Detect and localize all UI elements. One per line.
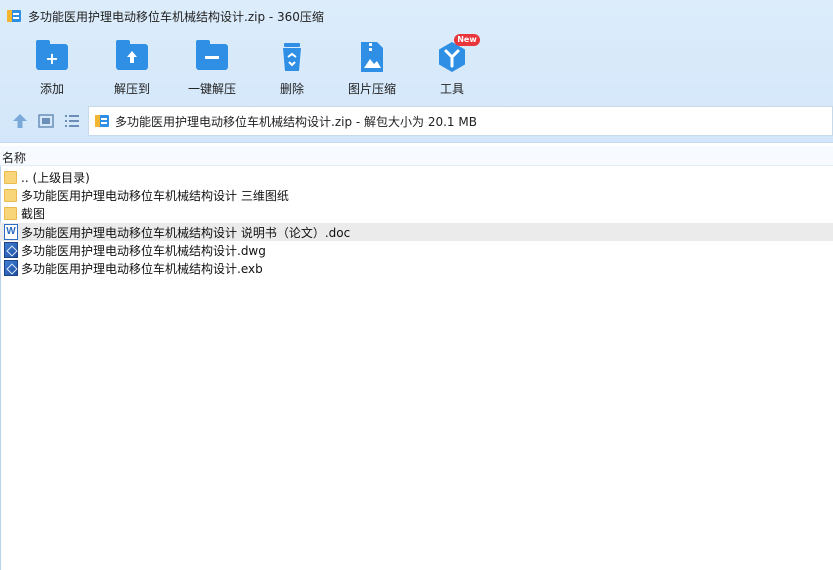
delete-button[interactable]: 删除 — [252, 36, 332, 98]
image-compress-icon — [355, 40, 389, 74]
tools-button[interactable]: 工具 — [412, 36, 492, 98]
list-item[interactable]: 多功能医用护理电动移位车机械结构设计.dwg — [0, 241, 833, 259]
image-compress-button[interactable]: 图片压缩 — [332, 36, 412, 98]
delete-icon — [275, 40, 309, 74]
list-item[interactable]: 截图 — [0, 204, 833, 222]
list-item-name: 多功能医用护理电动移位车机械结构设计 三维图纸 — [21, 188, 289, 203]
add-icon: + — [35, 40, 69, 74]
archive-icon — [94, 113, 110, 129]
list-item-name: 多功能医用护理电动移位车机械结构设计 说明书（论文）.doc — [21, 225, 351, 240]
one-click-extract-label: 一键解压 — [187, 82, 236, 96]
word-document-icon — [3, 224, 19, 240]
column-header-label: 名称 — [2, 151, 27, 165]
column-header-name[interactable]: 名称 — [0, 146, 833, 166]
cad-file-icon — [3, 242, 19, 258]
list-item-parent-directory[interactable]: .. (上级目录) — [0, 168, 833, 186]
one-click-extract-button[interactable]: 一键解压 — [172, 36, 252, 98]
toolbar: + 添加 解压到 一键解压 删除 图片压缩 工具 — [0, 36, 833, 100]
extract-to-button[interactable]: 解压到 — [92, 36, 172, 98]
folder-icon — [3, 187, 19, 203]
title-bar: 多功能医用护理电动移位车机械结构设计.zip - 360压缩 — [0, 0, 833, 32]
list-item-name: 多功能医用护理电动移位车机械结构设计.exb — [21, 261, 263, 276]
window-title: 多功能医用护理电动移位车机械结构设计.zip - 360压缩 — [28, 9, 324, 24]
thumbnail-view-icon[interactable] — [37, 112, 55, 130]
archive-app-icon — [6, 8, 22, 24]
one-click-extract-icon — [195, 40, 229, 74]
add-label: 添加 — [39, 82, 64, 96]
tools-label: 工具 — [439, 82, 464, 96]
list-item[interactable]: 多功能医用护理电动移位车机械结构设计 说明书（论文）.doc — [0, 223, 833, 241]
image-compress-label: 图片压缩 — [347, 82, 396, 96]
new-badge: New — [454, 34, 480, 46]
up-arrow-icon[interactable] — [11, 112, 29, 130]
extract-to-icon — [115, 40, 149, 74]
address-text: 多功能医用护理电动移位车机械结构设计.zip - 解包大小为 20.1 MB — [115, 114, 477, 129]
delete-label: 删除 — [279, 82, 304, 96]
address-bar[interactable]: 多功能医用护理电动移位车机械结构设计.zip - 解包大小为 20.1 MB — [88, 106, 833, 136]
list-item[interactable]: 多功能医用护理电动移位车机械结构设计.exb — [0, 259, 833, 277]
list-view-icon[interactable] — [63, 112, 81, 130]
folder-icon — [3, 169, 19, 185]
extract-to-label: 解压到 — [113, 82, 150, 96]
folder-icon — [3, 205, 19, 221]
list-item-name: 截图 — [21, 206, 46, 221]
top-bar: 多功能医用护理电动移位车机械结构设计.zip - 360压缩 + 添加 解压到 — [0, 0, 833, 143]
list-item[interactable]: 多功能医用护理电动移位车机械结构设计 三维图纸 — [0, 186, 833, 204]
cad-file-icon — [3, 260, 19, 276]
list-item-name: 多功能医用护理电动移位车机械结构设计.dwg — [21, 243, 266, 258]
add-button[interactable]: + 添加 — [12, 36, 92, 98]
navigation-row: 多功能医用护理电动移位车机械结构设计.zip - 解包大小为 20.1 MB — [0, 106, 833, 136]
list-item-name: .. (上级目录) — [21, 170, 90, 185]
